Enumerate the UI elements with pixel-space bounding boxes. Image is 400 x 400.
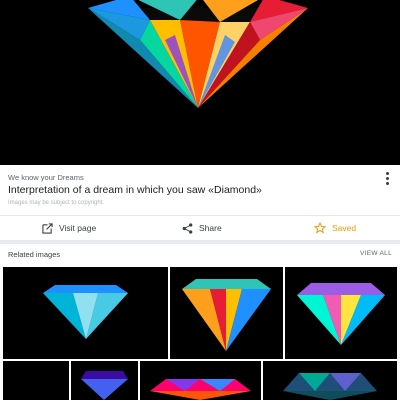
more-vert-icon[interactable] — [382, 172, 392, 188]
share-label: Share — [199, 223, 222, 233]
related-heading: Related images — [8, 250, 61, 259]
share-button[interactable]: Share — [182, 216, 222, 240]
source-name[interactable]: We know your Dreams — [8, 173, 84, 182]
visit-page-label: Visit page — [59, 223, 97, 233]
diamond-thumb-blue — [43, 285, 128, 339]
star-icon — [314, 222, 326, 234]
view-all-link[interactable]: VIEW ALL — [360, 250, 392, 257]
visit-page-button[interactable]: Visit page — [42, 216, 96, 240]
related-thumb[interactable] — [3, 267, 168, 359]
diamond-thumb-small — [81, 371, 128, 400]
related-thumb[interactable] — [140, 361, 261, 400]
action-bar: Visit page Share Saved — [0, 215, 400, 240]
share-icon — [182, 222, 193, 234]
related-header: Related images VIEW ALL — [0, 244, 400, 266]
related-thumb[interactable] — [170, 267, 283, 359]
result-title[interactable]: Interpretation of a dream in which you s… — [8, 184, 262, 196]
main-image[interactable] — [0, 0, 400, 165]
result-card: We know your Dreams Interpretation of a … — [0, 165, 400, 215]
diamond-thumb-multicolor — [182, 279, 271, 351]
diamond-thumb-dark — [283, 373, 377, 400]
saved-label: Saved — [332, 223, 357, 233]
related-thumb[interactable] — [285, 267, 397, 359]
diamond-thumb-galaxy — [150, 379, 251, 400]
saved-button[interactable]: Saved — [314, 216, 356, 240]
related-grid — [0, 266, 400, 400]
open-in-new-icon — [42, 222, 53, 234]
diamond-thumb-green-pink — [297, 283, 385, 345]
diamond-graphic — [88, 0, 308, 108]
related-thumb[interactable] — [3, 361, 69, 400]
related-thumb[interactable] — [263, 361, 397, 400]
copyright-note: Images may be subject to copyright. — [8, 200, 105, 206]
related-thumb[interactable] — [71, 361, 138, 400]
